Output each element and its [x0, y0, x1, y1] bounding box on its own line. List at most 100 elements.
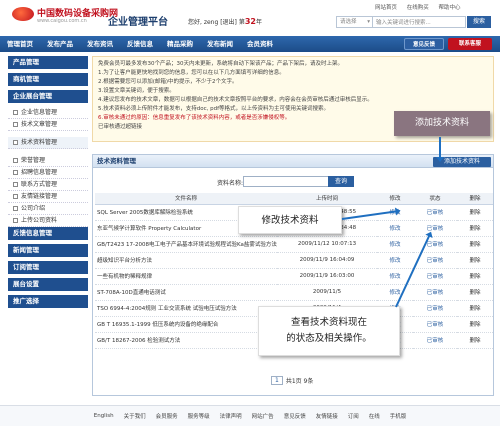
nav-home[interactable]: 管理首页	[0, 36, 40, 52]
status-cell[interactable]: 已审核	[413, 316, 457, 333]
logout-link[interactable]: [退出]	[220, 19, 237, 26]
sidebar-section[interactable]: 展台设置	[8, 278, 88, 291]
delete-link[interactable]: 删除	[457, 220, 493, 237]
footer-link[interactable]: 友情链接	[316, 412, 338, 420]
footer-link[interactable]: 服务等级	[188, 412, 210, 420]
doc-name-input[interactable]	[243, 176, 333, 187]
contact-service-button[interactable]: 联系客服	[448, 38, 492, 50]
sidebar-label: 企业展台管理	[13, 92, 52, 100]
sidebar-item[interactable]: 技术资料管理	[8, 137, 88, 149]
doc-name-cell: TSO 6994-4:2004规则 工业交流系统 试验电压试验方法	[95, 300, 277, 317]
page-summary: 共1页 9条	[285, 378, 314, 385]
top-links: 网站首页 在线购买 帮助中心	[375, 3, 469, 11]
status-cell[interactable]: 已审核	[413, 204, 457, 221]
sidebar-section[interactable]: 企业展台管理	[8, 90, 88, 103]
greeting-prefix: 您好,	[188, 19, 202, 26]
notice-line: 1.为了让客户能更快地找到您的信息，您可以在以下几方面填写详细的信息。	[98, 70, 285, 76]
system-title: 企业管理平台	[108, 17, 168, 28]
footer-link[interactable]: 会员服务	[156, 412, 178, 420]
nav-publish-product[interactable]: 发布产品	[40, 36, 80, 52]
delete-link[interactable]: 删除	[457, 332, 493, 349]
footer-link[interactable]: 法律声明	[220, 412, 242, 420]
sidebar-section[interactable]: 推广选择	[8, 295, 88, 308]
footer-link[interactable]: English	[94, 413, 114, 419]
top-link-home[interactable]: 网站首页	[375, 5, 397, 11]
status-cell[interactable]: 已审核	[413, 268, 457, 285]
search-button[interactable]: 搜索	[467, 16, 491, 28]
footer-link[interactable]: 在线	[369, 412, 380, 420]
sidebar-label: 新闻管理	[13, 246, 39, 254]
sidebar-item[interactable]: 上传公司资料	[8, 215, 88, 227]
col-status: 状态	[413, 193, 457, 205]
search-category-select[interactable]: 请选择	[337, 17, 373, 27]
doc-name-label: 资料名称:	[217, 180, 244, 187]
tech-doc-panel: 技术资料管理 添加技术资料 资料名称: 查询 文件名称 上传时间 修改 状态 删…	[92, 154, 494, 396]
delete-link[interactable]: 删除	[457, 268, 493, 285]
status-cell[interactable]: 已审核	[413, 220, 457, 237]
sidebar-label: 技术资料管理	[21, 138, 58, 146]
edit-link[interactable]: 修改	[377, 220, 413, 237]
table-row: 超级知识平台分析方法 2009/11/9 16:04:09 修改 已审核 删除	[95, 252, 493, 269]
sidebar-label: 商机管理	[13, 75, 39, 83]
nav-member-profile[interactable]: 会员资料	[240, 36, 280, 52]
checkbox-icon	[13, 122, 18, 127]
callout-status-line2: 的状态及相关操作。	[286, 333, 372, 344]
notice-line: 4.建议您发布的技术文章，数据可以根据自己的技术文章按照平台的要求，内容会在会员…	[98, 97, 373, 103]
day-suffix: 年	[255, 19, 262, 26]
sidebar-item[interactable]: 公司介绍	[8, 203, 88, 215]
nav-feedback[interactable]: 反馈信息	[120, 36, 160, 52]
checkbox-icon	[13, 110, 18, 115]
edit-link[interactable]: 修改	[377, 236, 413, 253]
top-link-help[interactable]: 帮助中心	[439, 5, 461, 11]
delete-link[interactable]: 删除	[457, 300, 493, 317]
sidebar-section[interactable]: 新闻管理	[8, 244, 88, 257]
delete-link[interactable]: 删除	[457, 236, 493, 253]
checkbox-icon	[13, 140, 18, 145]
status-cell[interactable]: 已审核	[413, 300, 457, 317]
sidebar-label: 技术文章管理	[21, 120, 58, 128]
delete-link[interactable]: 删除	[457, 284, 493, 301]
delete-link[interactable]: 删除	[457, 252, 493, 269]
edit-link[interactable]: 修改	[377, 252, 413, 269]
sidebar-label: 企业信息管理	[21, 108, 58, 116]
footer-link[interactable]: 订阅	[348, 412, 359, 420]
nav-publish-news[interactable]: 发布新闻	[200, 36, 240, 52]
status-cell[interactable]: 已审核	[413, 236, 457, 253]
sidebar-section[interactable]: 产品管理	[8, 56, 88, 69]
sidebar-item[interactable]: 企业信息管理	[8, 107, 88, 119]
checkbox-icon	[13, 170, 18, 175]
footer-link[interactable]: 意见反馈	[284, 412, 306, 420]
sidebar-item[interactable]: 联系方式管理	[8, 179, 88, 191]
delete-link[interactable]: 删除	[457, 316, 493, 333]
nav-premium-purchase[interactable]: 精品采购	[160, 36, 200, 52]
sidebar-section[interactable]: 商机管理	[8, 73, 88, 86]
sidebar-item[interactable]: 招聘信息管理	[8, 167, 88, 179]
footer-link[interactable]: 关于我们	[124, 412, 146, 420]
sidebar-item[interactable]: 友情链接管理	[8, 191, 88, 203]
notice-line: 3.设置文章关键词，便于搜索。	[98, 88, 175, 94]
top-link-buy[interactable]: 在线购买	[407, 5, 429, 11]
delete-link[interactable]: 删除	[457, 204, 493, 221]
sidebar-label: 招聘信息管理	[21, 168, 58, 176]
site-logo[interactable]: 中国数码设备采购网 www.caigou.com.cn	[12, 7, 118, 24]
query-button[interactable]: 查询	[328, 176, 354, 187]
sidebar: 产品管理商机管理企业展台管理企业信息管理 技术文章管理 技术资料管理 荣誉管理招聘信息…	[8, 56, 88, 312]
sidebar-label: 荣誉管理	[21, 156, 46, 164]
search-input[interactable]: 输入关键词进行搜索...	[373, 18, 431, 26]
page-current[interactable]: 1	[271, 376, 283, 385]
sidebar-item[interactable]: 荣誉管理	[8, 155, 88, 167]
logo-icon	[12, 7, 34, 21]
sidebar-item[interactable]: 技术文章管理	[8, 119, 88, 131]
nav-publish-info[interactable]: 发布资讯	[80, 36, 120, 52]
sidebar-label: 友情链接管理	[21, 192, 58, 200]
edit-link[interactable]: 修改	[377, 284, 413, 301]
sidebar-section[interactable]: 反馈信息管理	[8, 227, 88, 240]
footer-link[interactable]: 网站广告	[252, 412, 274, 420]
sidebar-label: 公司介绍	[21, 204, 46, 212]
sidebar-section[interactable]: 订阅管理	[8, 261, 88, 274]
feedback-button[interactable]: 意见反馈	[404, 38, 444, 50]
status-cell[interactable]: 已审核	[413, 284, 457, 301]
footer-link[interactable]: 手机版	[390, 412, 407, 420]
user-name: zeng	[203, 19, 219, 26]
status-cell[interactable]: 已审核	[413, 332, 457, 349]
